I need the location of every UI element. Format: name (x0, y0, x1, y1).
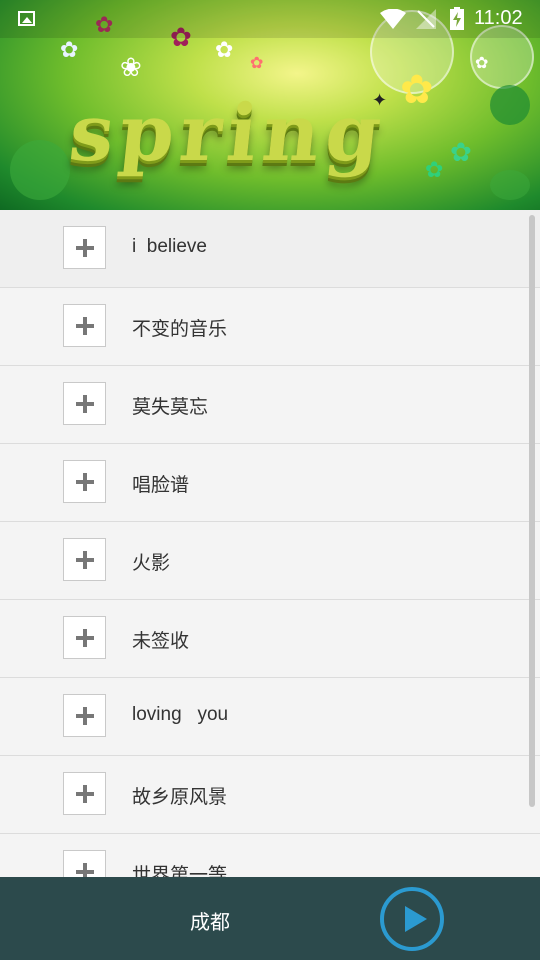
player-bar: 成都 (0, 877, 540, 960)
flower-decoration: ✿ (425, 158, 444, 183)
add-icon[interactable] (63, 304, 106, 347)
add-icon[interactable] (63, 616, 106, 659)
flower-decoration: ✿ (400, 67, 434, 113)
list-item[interactable]: loving you (0, 678, 540, 756)
add-icon[interactable] (63, 226, 106, 269)
image-icon (18, 11, 35, 26)
add-icon[interactable] (63, 538, 106, 581)
banner-title: spring (65, 88, 392, 179)
list-item[interactable]: 不变的音乐 (0, 288, 540, 366)
signal-icon (416, 9, 436, 29)
play-icon[interactable] (380, 887, 444, 951)
city-label: 成都 (190, 910, 230, 934)
scrollbar[interactable] (529, 215, 535, 807)
list-item[interactable]: 世界第一等 (0, 834, 540, 877)
flower-decoration: ✿ (250, 53, 264, 72)
add-icon[interactable] (63, 382, 106, 425)
song-title: 火影 (132, 553, 171, 574)
song-title: 未签收 (132, 631, 190, 652)
flower-decoration: ❀ (120, 53, 142, 83)
add-icon[interactable] (63, 460, 106, 503)
song-title: 故乡原风景 (132, 787, 228, 808)
list-item[interactable]: 故乡原风景 (0, 756, 540, 834)
wifi-icon (380, 9, 406, 29)
song-title: 莫失莫忘 (132, 397, 209, 418)
bubble-decoration (490, 170, 530, 200)
flower-decoration: ✿ (60, 38, 79, 63)
flower-decoration: ✿ (450, 138, 472, 168)
bubble-decoration (10, 140, 70, 200)
list-item[interactable]: 莫失莫忘 (0, 366, 540, 444)
bubble-decoration (490, 85, 530, 125)
list-item[interactable]: 未签收 (0, 600, 540, 678)
song-title: 唱脸谱 (132, 475, 190, 496)
battery-charging-icon (450, 7, 464, 30)
list-item[interactable]: 唱脸谱 (0, 444, 540, 522)
list-item[interactable]: 火影 (0, 522, 540, 600)
song-title: loving you (132, 704, 229, 725)
add-icon[interactable] (63, 772, 106, 815)
add-icon[interactable] (63, 850, 106, 877)
status-time: 11:02 (474, 7, 523, 29)
status-bar: 11:02 (0, 0, 540, 38)
flower-decoration: ✿ (215, 38, 234, 63)
add-icon[interactable] (63, 694, 106, 737)
flower-decoration: ✿ (475, 53, 489, 72)
song-list[interactable]: i believe 不变的音乐 莫失莫忘 唱脸谱 火影 未签收 loving y… (0, 210, 540, 877)
song-title: 不变的音乐 (132, 319, 228, 340)
song-title: 世界第一等 (132, 865, 228, 877)
list-item[interactable]: i believe (0, 210, 540, 288)
song-title: i believe (132, 236, 207, 257)
